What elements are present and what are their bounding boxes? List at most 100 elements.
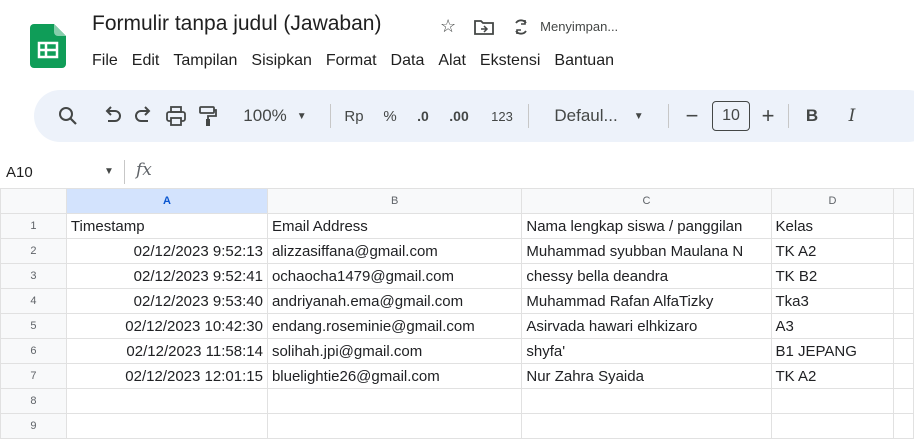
row-header[interactable]: 3 [0, 263, 67, 289]
print-icon[interactable] [164, 90, 188, 142]
cell[interactable] [893, 238, 914, 264]
cell[interactable] [893, 413, 914, 439]
cell[interactable] [521, 388, 772, 414]
cell[interactable]: TK A2 [770, 363, 895, 389]
cell[interactable]: ochaocha1479@gmail.com [266, 263, 523, 289]
sheets-logo-icon[interactable] [30, 24, 66, 68]
row-header[interactable]: 1 [0, 213, 67, 239]
cell[interactable]: A3 [770, 313, 895, 339]
menu-tools[interactable]: Alat [438, 52, 466, 70]
cell[interactable]: Nama lengkap siswa / panggilan [521, 213, 772, 239]
bold-button[interactable]: B [798, 90, 826, 142]
name-box[interactable]: A10 [6, 164, 33, 181]
cell[interactable] [893, 263, 914, 289]
chevron-down-icon: ▼ [296, 110, 307, 122]
cell[interactable]: 02/12/2023 9:52:41 [65, 263, 268, 289]
cell[interactable]: Email Address [266, 213, 523, 239]
decrease-decimal-button[interactable]: .0 [408, 90, 438, 142]
undo-icon[interactable] [100, 90, 124, 142]
menu-format[interactable]: Format [326, 52, 377, 70]
chevron-down-icon: ▼ [633, 110, 644, 122]
cell[interactable]: TK B2 [770, 263, 895, 289]
cell[interactable] [893, 338, 914, 364]
redo-icon[interactable] [132, 90, 156, 142]
increase-decimal-button[interactable]: .00 [442, 90, 476, 142]
cell[interactable]: 02/12/2023 9:53:40 [65, 288, 268, 314]
chevron-down-icon[interactable]: ▼ [104, 166, 114, 177]
cell[interactable] [65, 388, 268, 414]
row-header[interactable]: 7 [0, 363, 67, 389]
italic-icon[interactable]: I [840, 90, 864, 142]
menu-view[interactable]: Tampilan [173, 52, 237, 70]
cell[interactable] [770, 413, 895, 439]
star-icon[interactable]: ☆ [440, 16, 456, 37]
column-header-b[interactable]: B [266, 188, 523, 214]
row-header[interactable]: 9 [0, 413, 67, 439]
cell[interactable]: 02/12/2023 10:42:30 [65, 313, 268, 339]
column-header-d[interactable]: D [770, 188, 895, 214]
zoom-value: 100% [243, 106, 287, 125]
menu-extensions[interactable]: Ekstensi [480, 52, 540, 70]
cell[interactable]: andriyanah.ema@gmail.com [266, 288, 523, 314]
cell[interactable]: 02/12/2023 11:58:14 [65, 338, 268, 364]
more-formats-button[interactable]: 123 [486, 90, 518, 142]
cell[interactable] [893, 388, 914, 414]
menu-edit[interactable]: Edit [132, 52, 160, 70]
column-header-e[interactable] [893, 188, 914, 214]
cell[interactable] [65, 413, 268, 439]
toolbar: 100% ▼ Rp % .0 .00 123 Defaul... ▼ − 10 … [34, 90, 914, 142]
toolbar-divider [330, 104, 331, 128]
menu-help[interactable]: Bantuan [554, 52, 614, 70]
cell[interactable]: Tka3 [770, 288, 895, 314]
menu-file[interactable]: File [92, 52, 118, 70]
cell[interactable] [893, 288, 914, 314]
cell[interactable]: Timestamp [65, 213, 268, 239]
column-header-a[interactable]: A [65, 188, 268, 214]
row-header[interactable]: 4 [0, 288, 67, 314]
move-to-folder-icon[interactable] [474, 19, 495, 35]
cell[interactable] [893, 313, 914, 339]
currency-format-button[interactable]: Rp [340, 90, 368, 142]
row-header[interactable]: 8 [0, 388, 67, 414]
font-size-input[interactable]: 10 [712, 101, 750, 131]
percent-format-button[interactable]: % [380, 90, 400, 142]
table-row: 5 02/12/2023 10:42:30 endang.roseminie@g… [0, 313, 914, 339]
cell[interactable]: shyfa' [521, 338, 772, 364]
cell[interactable] [770, 388, 895, 414]
cell[interactable]: 02/12/2023 12:01:15 [65, 363, 268, 389]
cell[interactable] [266, 413, 523, 439]
paint-format-icon[interactable] [196, 90, 220, 142]
search-icon[interactable] [56, 90, 80, 142]
row-header[interactable]: 2 [0, 238, 67, 264]
row-header[interactable]: 6 [0, 338, 67, 364]
cell[interactable]: Muhammad syubban Maulana N [521, 238, 772, 264]
cell[interactable]: B1 JEPANG [770, 338, 895, 364]
cell[interactable]: 02/12/2023 9:52:13 [65, 238, 268, 264]
cell[interactable] [893, 363, 914, 389]
cell[interactable] [266, 388, 523, 414]
cell[interactable]: chessy bella deandra [521, 263, 772, 289]
cell[interactable]: Nur Zahra Syaida [521, 363, 772, 389]
column-header-c[interactable]: C [521, 188, 772, 214]
cell[interactable]: endang.roseminie@gmail.com [266, 313, 523, 339]
table-row: 3 02/12/2023 9:52:41 ochaocha1479@gmail.… [0, 263, 914, 289]
zoom-select[interactable]: 100% ▼ [238, 90, 312, 142]
menu-insert[interactable]: Sisipkan [251, 52, 311, 70]
cell[interactable] [893, 213, 914, 239]
cell[interactable]: solihah.jpi@gmail.com [266, 338, 523, 364]
select-all-corner[interactable] [0, 188, 67, 214]
cell[interactable]: Kelas [770, 213, 895, 239]
cell[interactable] [521, 413, 772, 439]
decrease-font-size-button[interactable]: − [682, 90, 702, 142]
cell[interactable]: Muhammad Rafan AlfaTizky [521, 288, 772, 314]
cell[interactable]: alizzasiffana@gmail.com [266, 238, 523, 264]
increase-font-size-button[interactable]: + [758, 90, 778, 142]
cell[interactable]: Asirvada hawari elhkizaro [521, 313, 772, 339]
cell[interactable]: TK A2 [770, 238, 895, 264]
document-title[interactable]: Formulir tanpa judul (Jawaban) [92, 12, 381, 36]
row-header[interactable]: 5 [0, 313, 67, 339]
menu-data[interactable]: Data [391, 52, 425, 70]
cell[interactable]: bluelightie26@gmail.com [266, 363, 523, 389]
table-row: 1 Timestamp Email Address Nama lengkap s… [0, 213, 914, 239]
font-select[interactable]: Defaul... ▼ [540, 90, 658, 142]
